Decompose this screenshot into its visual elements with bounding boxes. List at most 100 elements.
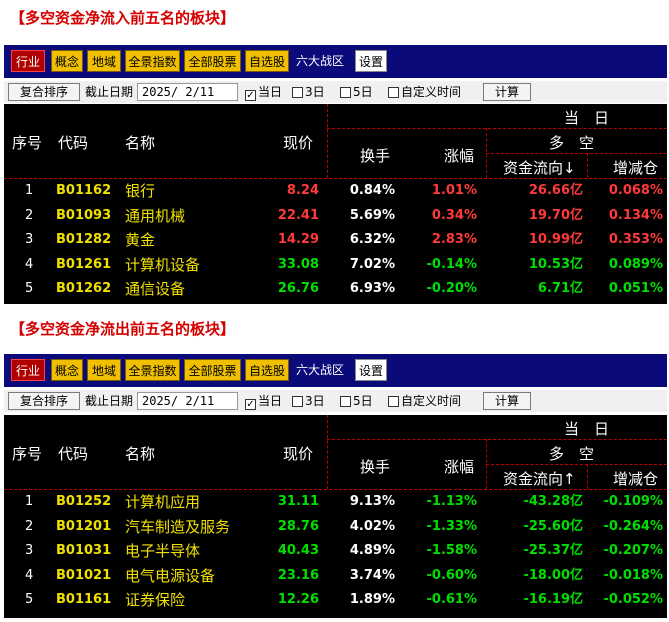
col-header-index[interactable]: 序号	[12, 132, 42, 153]
turnover-rate: 5.69%	[349, 207, 395, 223]
table-row[interactable]: 1 B01252 计算机应用 31.11 9.13% -1.13% -43.28亿 -0.10…	[4, 490, 667, 514]
table-row[interactable]: 3 B01031 电子半导体 40.43 4.89% -1.58% -25.37亿 -0.20…	[4, 539, 667, 563]
checkbox-label: 当日	[258, 85, 283, 99]
fund-flow: 19.70亿	[528, 207, 583, 223]
tab-watchlist[interactable]: 自选股	[245, 359, 289, 381]
col-header-fund-flow[interactable]: 资金流向↑	[503, 468, 576, 489]
sector-code: B01252	[56, 494, 112, 509]
checkbox[interactable]: ✓	[245, 90, 256, 101]
header-divider	[486, 153, 667, 154]
table-row[interactable]: 5 B01262 通信设备 26.76 6.93% -0.20% 6.71亿 0.051%	[4, 277, 667, 301]
sector-name: 电子半导体	[125, 542, 201, 561]
option-custom-time[interactable]: 自定义时间	[388, 84, 461, 100]
option-5day[interactable]: 5日	[340, 84, 373, 100]
tab-industry[interactable]: 行业	[11, 50, 45, 72]
col-header-position-change[interactable]: 增减仓	[613, 468, 658, 489]
period-header: 当 日	[564, 420, 610, 438]
checkbox[interactable]	[292, 87, 303, 98]
table-row[interactable]: 2 B01201 汽车制造及服务 28.76 4.02% -1.33% -25.60亿 -0.…	[4, 515, 667, 539]
sector-name: 银行	[125, 182, 156, 200]
col-header-change[interactable]: 涨幅	[444, 145, 474, 166]
table-row[interactable]: 4 B01021 电气电源设备 23.16 3.74% -0.60% -18.00亿 -0.0…	[4, 564, 667, 588]
sort-button[interactable]: 复合排序	[8, 392, 80, 410]
change-percent: -1.33%	[426, 518, 478, 534]
position-change: 0.353%	[608, 232, 663, 248]
table-row[interactable]: 4 B01261 计算机设备 33.08 7.02% -0.14% 10.53亿 0.089%	[4, 253, 667, 277]
option-3day[interactable]: 3日	[292, 393, 325, 409]
calculate-button[interactable]: 计算	[483, 83, 531, 101]
tab-region[interactable]: 地域	[87, 359, 121, 381]
option-today[interactable]: ✓ 当日	[245, 84, 282, 101]
price: 40.43	[277, 543, 319, 559]
checkbox-label: 自定义时间	[401, 394, 462, 408]
table-row[interactable]: 3 B01282 黄金 14.29 6.32% 2.83% 10.99亿 0.353%	[4, 228, 667, 252]
col-header-turnover[interactable]: 换手	[360, 145, 390, 166]
tab-concept[interactable]: 概念	[51, 359, 83, 381]
tab-all-stocks[interactable]: 全部股票	[184, 50, 241, 72]
long-short-header: 多 空	[549, 134, 595, 152]
checkbox[interactable]	[340, 396, 351, 407]
settings-button[interactable]: 设置	[355, 50, 387, 72]
fund-flow: -16.19亿	[523, 592, 583, 608]
option-5day[interactable]: 5日	[340, 393, 373, 409]
column-divider	[587, 153, 588, 178]
calculate-button[interactable]: 计算	[483, 392, 531, 410]
option-3day[interactable]: 3日	[292, 84, 325, 100]
col-header-code[interactable]: 代码	[58, 443, 88, 464]
position-change: -0.052%	[603, 592, 663, 608]
sector-code: B01282	[56, 232, 112, 248]
col-header-price[interactable]: 现价	[283, 443, 313, 464]
col-header-name[interactable]: 名称	[125, 132, 155, 153]
option-custom-time[interactable]: 自定义时间	[388, 393, 461, 409]
col-header-turnover[interactable]: 换手	[360, 456, 390, 477]
sector-name: 计算机设备	[125, 255, 201, 274]
option-today[interactable]: ✓ 当日	[245, 393, 282, 410]
period-header: 当 日	[564, 109, 610, 127]
sector-name: 电气电源设备	[125, 566, 216, 585]
checkbox[interactable]	[340, 87, 351, 98]
price: 8.24	[286, 183, 319, 198]
col-header-fund-flow[interactable]: 资金流向↓	[503, 157, 576, 178]
tab-industry[interactable]: 行业	[11, 359, 45, 381]
row-index: 2	[25, 518, 34, 534]
table-row[interactable]: 1 B01162 银行 8.24 0.84% 1.01% 26.66亿 0.068%	[4, 179, 667, 203]
tab-concept[interactable]: 概念	[51, 50, 83, 72]
tab-panorama-index[interactable]: 全景指数	[125, 50, 180, 72]
tab-watchlist[interactable]: 自选股	[245, 50, 289, 72]
change-percent: -0.61%	[426, 592, 478, 608]
col-header-code[interactable]: 代码	[58, 132, 88, 153]
table-row[interactable]: 5 B01161 证券保险 12.26 1.89% -0.61% -16.19亿 -0.052…	[4, 588, 667, 612]
col-header-index[interactable]: 序号	[12, 443, 42, 464]
nav-bar: 行业 概念 地域 全景指数 全部股票 自选股 六大战区 设置	[4, 354, 667, 387]
price: 14.29	[277, 232, 319, 248]
tab-region[interactable]: 地域	[87, 50, 121, 72]
col-header-name[interactable]: 名称	[125, 443, 155, 464]
sector-code: B01021	[56, 567, 112, 583]
date-input[interactable]: 2025/ 2/11	[137, 392, 238, 410]
settings-button[interactable]: 设置	[355, 359, 387, 381]
column-divider	[587, 464, 588, 489]
sector-code: B01261	[56, 256, 112, 272]
tab-panorama-index[interactable]: 全景指数	[125, 359, 180, 381]
price: 23.16	[277, 567, 319, 583]
row-index: 3	[25, 232, 34, 248]
change-percent: 1.01%	[431, 183, 477, 198]
table-row[interactable]: 2 B01093 通用机械 22.41 5.69% 0.34% 19.70亿 0.134%	[4, 204, 667, 228]
col-header-price[interactable]: 现价	[283, 132, 313, 153]
checkbox[interactable]	[292, 396, 303, 407]
date-input[interactable]: 2025/ 2/11	[137, 83, 238, 101]
change-percent: 2.83%	[431, 232, 477, 248]
col-header-change[interactable]: 涨幅	[444, 456, 474, 477]
turnover-rate: 6.32%	[349, 232, 395, 248]
checkbox[interactable]	[388, 396, 399, 407]
sector-code: B01031	[56, 543, 112, 559]
checkbox[interactable]	[388, 87, 399, 98]
col-header-position-change[interactable]: 增减仓	[613, 157, 658, 178]
fund-flow: 10.99亿	[528, 232, 583, 248]
tab-all-stocks[interactable]: 全部股票	[184, 359, 241, 381]
checkbox[interactable]: ✓	[245, 399, 256, 410]
sort-button[interactable]: 复合排序	[8, 83, 80, 101]
sector-code: B01162	[56, 183, 112, 198]
sector-name: 通用机械	[125, 206, 186, 225]
date-label: 截止日期	[85, 85, 134, 99]
